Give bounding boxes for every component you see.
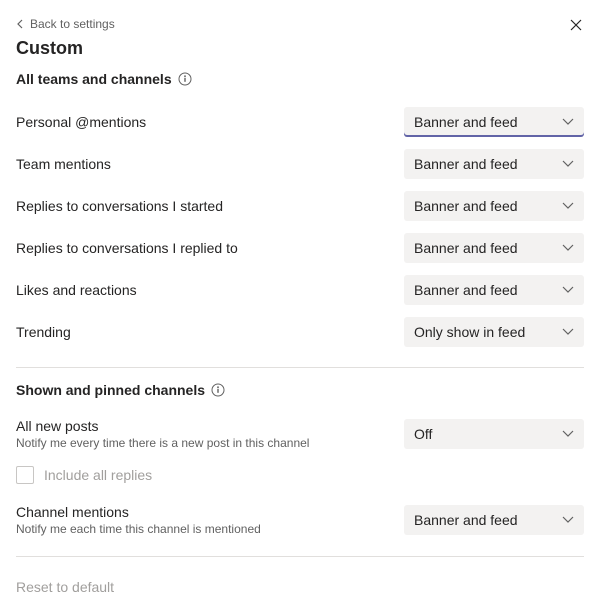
all-new-posts-select[interactable]: Off [404, 419, 584, 449]
chevron-down-icon [562, 160, 574, 168]
include-replies-checkbox[interactable] [16, 466, 34, 484]
setting-value: Banner and feed [414, 198, 518, 214]
setting-select[interactable]: Banner and feed [404, 191, 584, 221]
setting-label: Likes and reactions [16, 282, 396, 298]
setting-row: Trending Only show in feed [16, 311, 584, 353]
divider [16, 556, 584, 557]
setting-select[interactable]: Banner and feed [404, 107, 584, 137]
all-new-posts-row: All new posts Notify me every time there… [16, 412, 584, 456]
chevron-down-icon [562, 328, 574, 336]
channel-mentions-select[interactable]: Banner and feed [404, 505, 584, 535]
setting-value: Banner and feed [414, 282, 518, 298]
setting-select[interactable]: Banner and feed [404, 233, 584, 263]
channel-mentions-desc: Notify me each time this channel is ment… [16, 522, 396, 536]
all-new-posts-desc: Notify me every time there is a new post… [16, 436, 396, 450]
chevron-down-icon [562, 516, 574, 524]
chevron-down-icon [562, 430, 574, 438]
section-shown-pinned-title: Shown and pinned channels [16, 382, 205, 398]
channel-mentions-label: Channel mentions [16, 504, 396, 520]
page-title: Custom [16, 38, 584, 59]
reset-to-default-button[interactable]: Reset to default [16, 571, 114, 603]
info-icon[interactable] [211, 383, 225, 397]
setting-value: Banner and feed [414, 114, 518, 130]
setting-value: Only show in feed [414, 324, 525, 340]
chevron-down-icon [562, 118, 574, 126]
channel-mentions-value: Banner and feed [414, 512, 518, 528]
setting-value: Banner and feed [414, 156, 518, 172]
section-all-teams-header: All teams and channels [16, 71, 584, 87]
setting-row: Replies to conversations I started Banner… [16, 185, 584, 227]
info-icon[interactable] [178, 72, 192, 86]
back-link-label: Back to settings [30, 17, 115, 31]
close-button[interactable] [568, 16, 584, 36]
divider [16, 367, 584, 368]
close-icon [570, 19, 582, 31]
setting-row: Replies to conversations I replied to Ban… [16, 227, 584, 269]
all-new-posts-value: Off [414, 426, 432, 442]
chevron-down-icon [562, 202, 574, 210]
setting-label: Trending [16, 324, 396, 340]
include-replies-row[interactable]: Include all replies [16, 456, 584, 490]
setting-label: Personal @mentions [16, 114, 396, 130]
include-replies-label: Include all replies [44, 467, 152, 483]
setting-row: Personal @mentions Banner and feed [16, 101, 584, 143]
setting-select[interactable]: Banner and feed [404, 149, 584, 179]
all-new-posts-label: All new posts [16, 418, 396, 434]
setting-select[interactable]: Only show in feed [404, 317, 584, 347]
setting-label: Replies to conversations I started [16, 198, 396, 214]
chevron-down-icon [562, 244, 574, 252]
section-shown-pinned-header: Shown and pinned channels [16, 382, 584, 398]
setting-row: Team mentions Banner and feed [16, 143, 584, 185]
section-all-teams-title: All teams and channels [16, 71, 172, 87]
back-to-settings-link[interactable]: Back to settings [16, 17, 115, 31]
setting-label: Team mentions [16, 156, 396, 172]
setting-value: Banner and feed [414, 240, 518, 256]
setting-row: Likes and reactions Banner and feed [16, 269, 584, 311]
chevron-left-icon [16, 19, 24, 29]
setting-select[interactable]: Banner and feed [404, 275, 584, 305]
chevron-down-icon [562, 286, 574, 294]
setting-label: Replies to conversations I replied to [16, 240, 396, 256]
channel-mentions-row: Channel mentions Notify me each time thi… [16, 498, 584, 542]
